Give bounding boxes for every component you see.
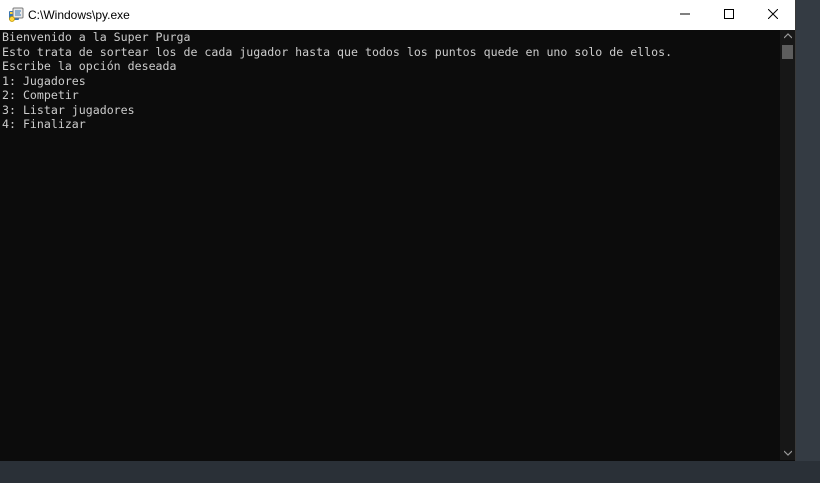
window-controls <box>663 0 795 30</box>
python-launcher-icon <box>8 7 24 23</box>
console-output[interactable]: Bienvenido a la Super Purga Esto trata d… <box>0 30 780 460</box>
minimize-button[interactable] <box>663 0 707 30</box>
minimize-icon <box>680 7 690 23</box>
close-button[interactable] <box>751 0 795 30</box>
console-line: Bienvenido a la Super Purga <box>2 30 191 44</box>
console-line: 1: Jugadores <box>2 73 86 88</box>
maximize-button[interactable] <box>707 0 751 30</box>
scroll-down-button[interactable] <box>780 447 795 460</box>
window-title: C:\Windows\py.exe <box>28 8 130 22</box>
title-bar[interactable]: C:\Windows\py.exe <box>0 0 795 30</box>
console-line: Escribe la opción deseada <box>2 59 177 73</box>
close-icon <box>767 7 779 23</box>
vertical-scrollbar[interactable] <box>780 30 795 460</box>
console-line: 4: Finalizar <box>2 117 86 131</box>
console-window: C:\Windows\py.exe Bienvenido a la Super … <box>0 0 796 461</box>
console-line: 3: Listar jugadores <box>2 102 135 117</box>
chevron-down-icon <box>783 449 792 458</box>
maximize-icon <box>724 7 734 23</box>
console-line: Esto trata de sortear los de cada jugado… <box>2 44 673 59</box>
scroll-up-button[interactable] <box>780 30 795 43</box>
scrollbar-thumb[interactable] <box>782 45 793 59</box>
desktop-bottom-edge <box>0 461 820 483</box>
console-line: 2: Competir <box>2 88 79 102</box>
desktop-right-edge <box>796 0 820 483</box>
chevron-up-icon <box>783 32 792 41</box>
